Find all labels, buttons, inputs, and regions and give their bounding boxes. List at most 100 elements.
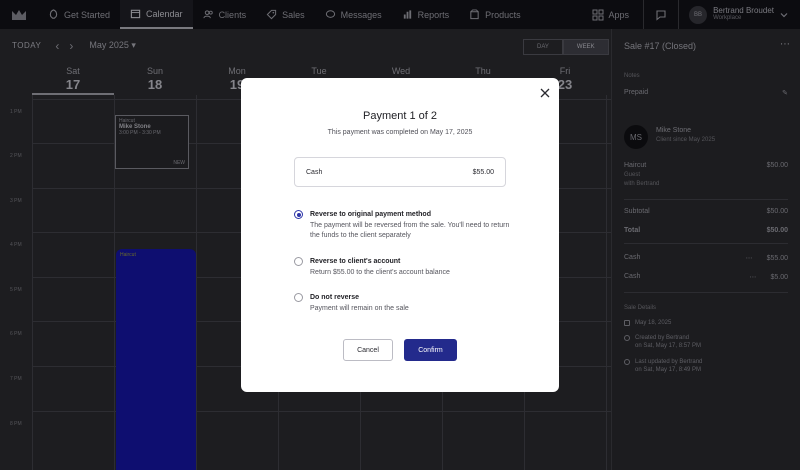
chat-button[interactable] xyxy=(643,0,680,29)
hour-label: 2 PM xyxy=(10,153,22,159)
day-column-header[interactable]: Sun 18 xyxy=(114,62,196,95)
payment-summary: Cash $55.00 xyxy=(294,157,506,187)
sale-panel: Sale #17 (Closed) ⋯ Notes Prepaid ✎ MS M… xyxy=(611,29,800,470)
apps-button[interactable]: Apps xyxy=(578,9,644,21)
option-title: Reverse to original payment method xyxy=(310,211,431,218)
appointment-badge: NEW xyxy=(173,160,185,166)
nav-calendar[interactable]: Calendar xyxy=(120,0,193,29)
radio-button[interactable] xyxy=(294,210,303,219)
view-toggle: DAY WEEK xyxy=(523,39,609,55)
more-icon: ⋯ xyxy=(745,255,753,262)
client-name[interactable]: Mike Stone xyxy=(656,127,691,134)
grid-icon xyxy=(592,9,604,20)
logo-icon xyxy=(12,9,26,20)
user-business: Workplace xyxy=(713,15,742,21)
user-menu[interactable]: BB Bertrand Broudet Workplace xyxy=(679,5,800,24)
nav-messages[interactable]: Messages xyxy=(315,0,392,29)
column-divider xyxy=(606,95,607,470)
chevron-right-icon[interactable]: › xyxy=(69,39,73,53)
radio-button[interactable] xyxy=(294,257,303,266)
nav-sales[interactable]: Sales xyxy=(256,0,315,29)
bar-chart-icon xyxy=(403,10,411,19)
total-label: Total xyxy=(624,227,641,234)
close-icon xyxy=(540,88,550,98)
appointment-time: 3:00 PM - 3:30 PM xyxy=(119,130,161,136)
people-icon xyxy=(202,10,213,19)
client-avatar: MS xyxy=(624,125,648,149)
cancel-button[interactable]: Cancel xyxy=(343,339,393,361)
total-row: Total $50.00 xyxy=(624,227,788,234)
appointment-card[interactable]: Haircut Mike Stone 3:00 PM - 3:30 PM NEW xyxy=(115,115,189,169)
appointment-card[interactable]: Haircut xyxy=(116,249,196,470)
created-by: Created by Bertrand xyxy=(635,335,690,341)
month-selector[interactable]: May 2025 ▾ xyxy=(89,40,136,51)
confirm-button[interactable]: Confirm xyxy=(404,339,457,361)
notes-value: Prepaid xyxy=(624,89,649,96)
created-on: on Sat, May 17, 8:57 PM xyxy=(635,343,702,349)
user-info: Bertrand Broudet Workplace xyxy=(713,7,774,22)
chevron-down-icon xyxy=(780,12,788,17)
client-since: Client since May 2025 xyxy=(656,137,716,143)
nav-label: Sales xyxy=(282,9,305,20)
app-logo[interactable] xyxy=(0,0,38,29)
payment-row[interactable]: Cash ⋯ $5.00 xyxy=(624,273,788,281)
user-name: Bertrand Broudet xyxy=(713,6,774,15)
day-name: Fri xyxy=(559,66,571,76)
notes-label: Notes xyxy=(624,73,640,79)
box-icon xyxy=(470,9,479,20)
detail-date: May 18, 2025 xyxy=(635,320,672,326)
nav-clients[interactable]: Clients xyxy=(193,0,257,29)
divider xyxy=(624,292,788,293)
option-description: Payment will remain on the sale xyxy=(310,305,409,312)
calendar-icon xyxy=(624,320,630,326)
view-day-button[interactable]: DAY xyxy=(523,39,563,55)
pencil-icon[interactable]: ✎ xyxy=(782,89,788,97)
view-week-button[interactable]: WEEK xyxy=(562,39,609,55)
option-do-not-reverse[interactable]: Do not reverse Payment will remain on th… xyxy=(294,293,524,314)
option-description: Return $55.00 to the client's account ba… xyxy=(310,269,450,276)
updated-on: on Sat, May 17, 8:49 PM xyxy=(635,367,702,373)
modal-subtitle: This payment was completed on May 17, 20… xyxy=(327,129,473,136)
hour-label: 8 PM xyxy=(10,421,22,427)
calendar-icon xyxy=(130,9,141,19)
more-options-icon[interactable]: ⋯ xyxy=(780,39,790,50)
subtotal-value: $50.00 xyxy=(766,208,788,215)
payment-row[interactable]: Cash ⋯ $55.00 xyxy=(624,254,788,262)
option-reverse-original[interactable]: Reverse to original payment method The p… xyxy=(294,210,524,241)
detail-date-row: May 18, 2025 xyxy=(624,319,671,327)
person-icon xyxy=(624,359,630,365)
today-button[interactable]: TODAY xyxy=(12,41,41,50)
option-reverse-account[interactable]: Reverse to client's account Return $55.0… xyxy=(294,257,524,278)
payment-value: $55.00 xyxy=(766,255,788,262)
day-name: Wed xyxy=(391,66,411,76)
close-button[interactable] xyxy=(538,86,552,100)
divider xyxy=(624,243,788,244)
speech-bubble-icon xyxy=(656,9,666,21)
payment-amount: $55.00 xyxy=(472,168,494,176)
chat-icon xyxy=(325,10,335,18)
apps-label: Apps xyxy=(608,9,630,20)
hour-label: 3 PM xyxy=(10,198,22,204)
item-name: Haircut xyxy=(624,162,647,169)
hour-label: 4 PM xyxy=(10,242,22,248)
hour-label: 7 PM xyxy=(10,376,22,382)
person-icon xyxy=(624,335,630,341)
radio-button[interactable] xyxy=(294,293,303,302)
hour-label: 1 PM xyxy=(10,109,22,115)
caret-down-icon: ▾ xyxy=(131,40,136,50)
appointment-service: Haircut xyxy=(119,118,135,124)
nav-reports[interactable]: Reports xyxy=(392,0,460,29)
top-nav: Get Started Calendar Clients Sales Messa… xyxy=(0,0,800,29)
detail-updated-row: Last updated by Bertrand on Sat, May 17, … xyxy=(624,358,702,374)
chevron-left-icon[interactable]: ‹ xyxy=(55,39,59,53)
nav-label: Messages xyxy=(340,9,382,20)
nav-get-started[interactable]: Get Started xyxy=(38,0,120,29)
option-title: Reverse to client's account xyxy=(310,258,401,265)
day-name: Sun xyxy=(146,66,163,76)
sale-title: Sale #17 (Closed) xyxy=(624,41,697,51)
nav-label: Clients xyxy=(218,9,247,20)
nav-products[interactable]: Products xyxy=(459,0,531,29)
day-column-header[interactable]: Sat 17 xyxy=(32,62,114,95)
option-description: The payment will be reversed from the sa… xyxy=(310,222,510,239)
option-title: Do not reverse xyxy=(310,294,360,301)
